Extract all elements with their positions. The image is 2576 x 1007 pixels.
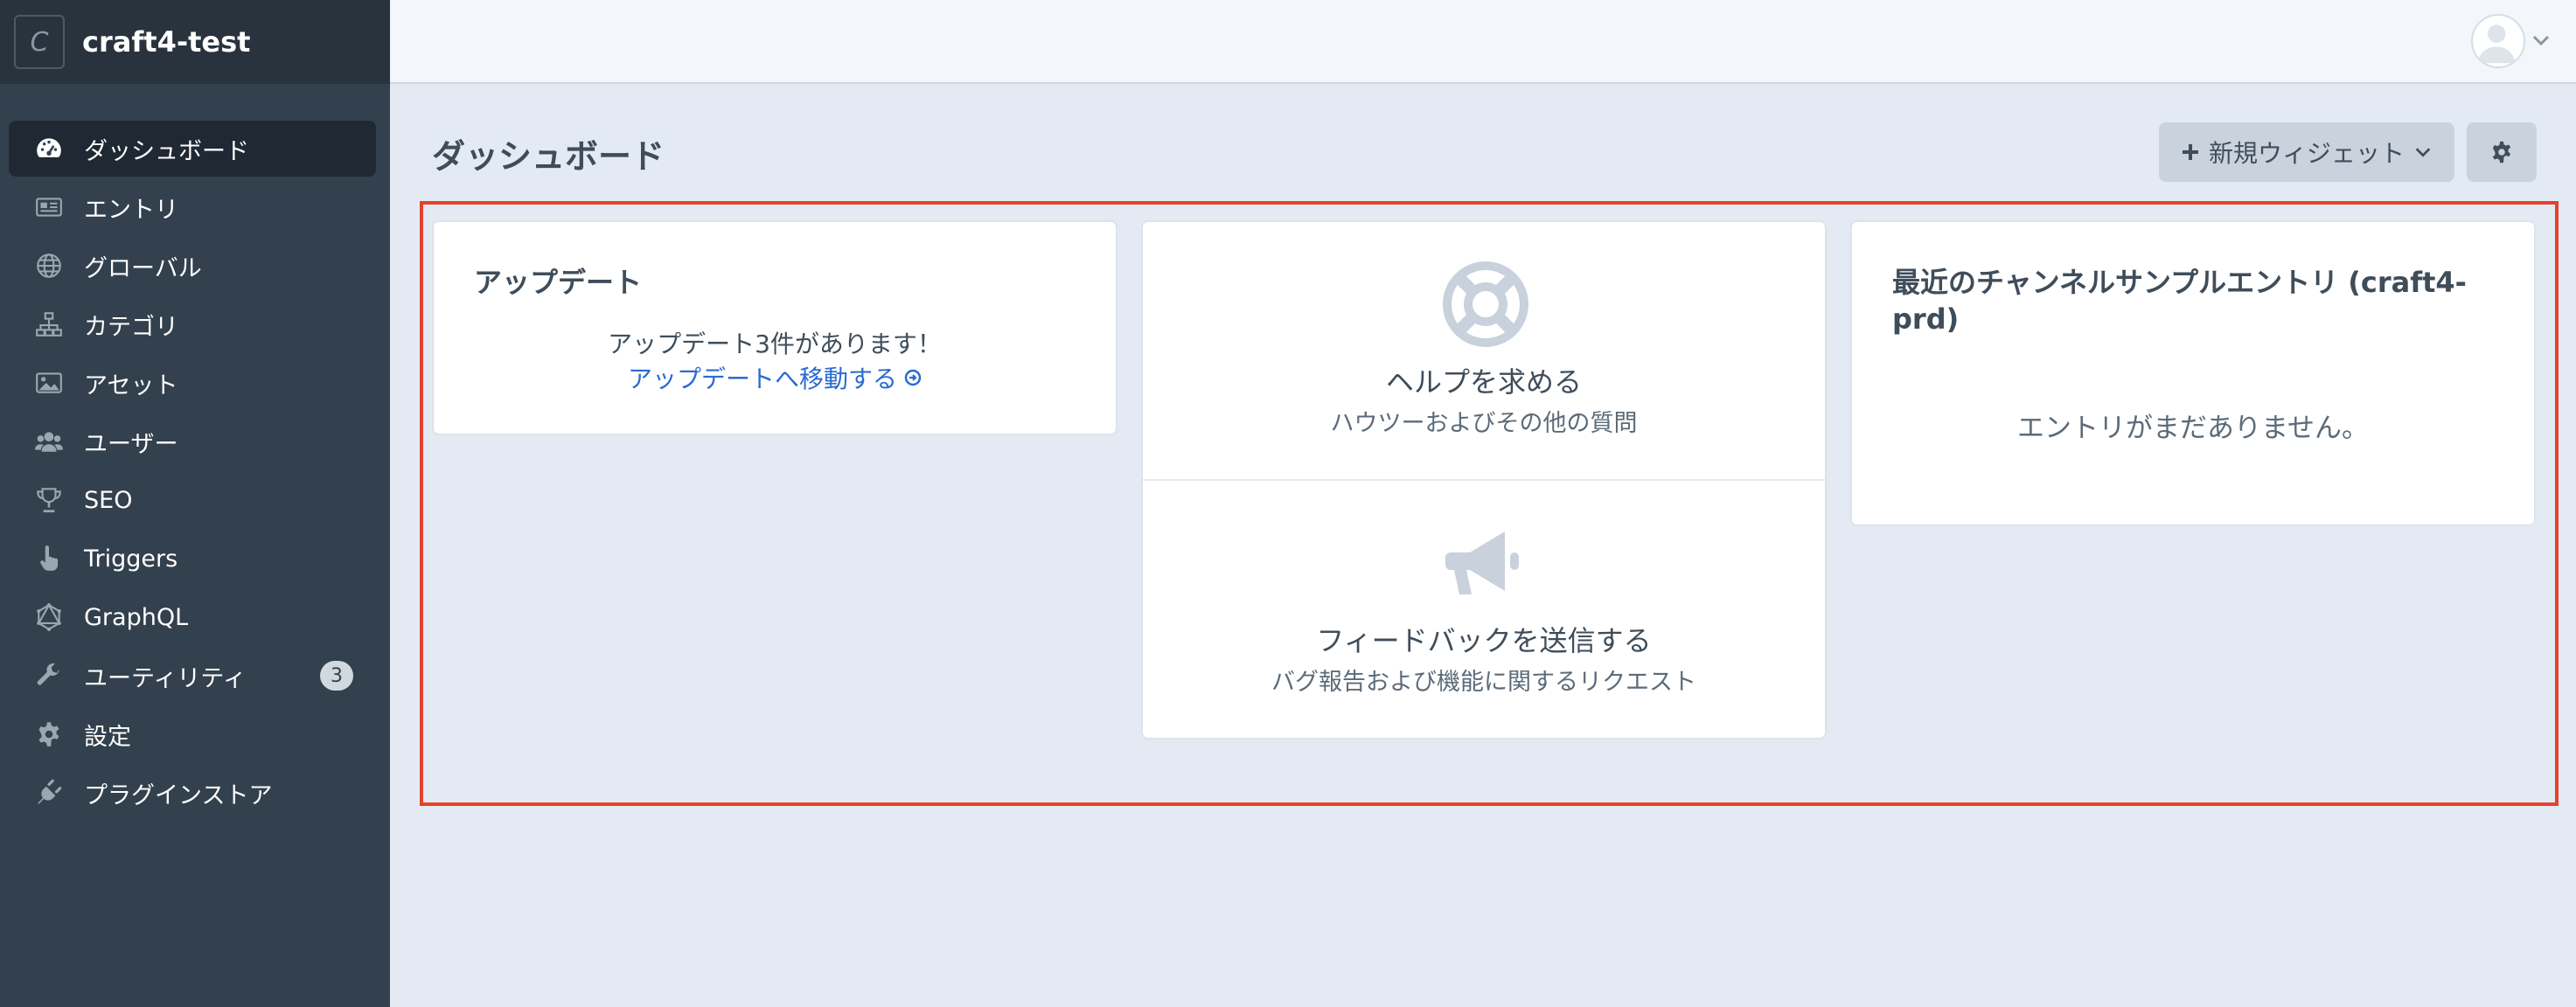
- sidebar-item-label: GraphQL: [84, 603, 189, 631]
- sidebar-item-label: ユーティリティ: [84, 664, 247, 692]
- sidebar-item-label: ダッシュボード: [84, 137, 249, 165]
- chevron-down-icon[interactable]: [2531, 30, 2552, 51]
- users-icon: [31, 424, 66, 459]
- life-ring-icon: [1443, 261, 1528, 347]
- plug-icon: [31, 775, 66, 810]
- plus-icon: [2182, 144, 2198, 160]
- site-logo-icon: C: [14, 15, 65, 69]
- sidebar-item-label: SEO: [84, 486, 133, 514]
- sidebar-item-plugin-store[interactable]: プラグインストア: [9, 765, 376, 821]
- sidebar-item-label: エントリ: [84, 196, 178, 224]
- give-feedback-subtitle: バグ報告および機能に関するリクエスト: [1271, 669, 1696, 696]
- site-header[interactable]: C craft4-test: [0, 0, 390, 84]
- user-silhouette-icon: [2477, 24, 2516, 64]
- updates-link-label: アップデートへ移動する: [627, 365, 897, 393]
- utilities-badge: 3: [320, 661, 353, 691]
- sidebar-item-label: プラグインストア: [84, 781, 273, 809]
- site-name[interactable]: craft4-test: [82, 25, 250, 59]
- user-avatar[interactable]: [2471, 14, 2525, 68]
- updates-message: アップデート3件があります！: [608, 330, 942, 358]
- new-widget-button[interactable]: 新規ウィジェット: [2159, 122, 2454, 182]
- sidebar-item-triggers[interactable]: Triggers: [9, 531, 376, 587]
- get-help-title: ヘルプを求める: [1385, 365, 1582, 399]
- sidebar-item-label: グローバル: [84, 254, 202, 282]
- chevron-down-icon: [2415, 148, 2431, 157]
- feedback-widget: ヘルプを求める ハウツーおよびその他の質問 フィードバックを送信する バグ報告お…: [1141, 220, 1827, 740]
- sidebar-item-label: カテゴリ: [84, 313, 178, 341]
- gauge-icon: [31, 131, 66, 166]
- recent-entries-widget: 最近のチャンネルサンプルエントリ (craft4-prd) エントリがまだありま…: [1850, 220, 2536, 526]
- go-to-updates-link[interactable]: アップデートへ移動する: [434, 360, 1116, 395]
- sidebar-item-label: 設定: [84, 723, 131, 751]
- image-icon: [31, 365, 66, 400]
- sidebar-item-assets[interactable]: アセット: [9, 355, 376, 411]
- gear-icon: [2492, 141, 2511, 163]
- gear-icon: [31, 717, 66, 752]
- sidebar-item-users[interactable]: ユーザー: [9, 413, 376, 469]
- hand-pointer-icon: [31, 541, 66, 576]
- sidebar-item-label: Triggers: [84, 545, 178, 573]
- sidebar-item-dashboard[interactable]: ダッシュボード: [9, 121, 376, 177]
- sidebar-item-utilities[interactable]: ユーティリティ 3: [9, 648, 376, 704]
- trophy-icon: [31, 483, 66, 517]
- top-bar: [390, 0, 2576, 84]
- sidebar-item-seo[interactable]: SEO: [9, 472, 376, 528]
- sidebar-item-globals[interactable]: グローバル: [9, 238, 376, 294]
- sidebar-nav: ダッシュボード エントリ グローバル カテゴリ アセット ユーザー SEO Tr…: [0, 121, 390, 821]
- get-help-section[interactable]: ヘルプを求める ハウツーおよびその他の質問: [1143, 222, 1825, 481]
- sidebar-item-graphql[interactable]: GraphQL: [9, 589, 376, 645]
- sidebar-item-settings[interactable]: 設定: [9, 706, 376, 762]
- give-feedback-section[interactable]: フィードバックを送信する バグ報告および機能に関するリクエスト: [1143, 481, 1825, 740]
- new-widget-label: 新規ウィジェット: [2208, 139, 2405, 168]
- app-window: C craft4-test ダッシュボード エントリ グローバル カテゴリ アセ…: [0, 0, 2576, 1007]
- circle-arrow-right-icon: [904, 369, 922, 386]
- sitemap-icon: [31, 307, 66, 342]
- sidebar-item-categories[interactable]: カテゴリ: [9, 296, 376, 352]
- sidebar: C craft4-test ダッシュボード エントリ グローバル カテゴリ アセ…: [0, 0, 390, 1007]
- sidebar-item-entries[interactable]: エントリ: [9, 179, 376, 235]
- wrench-icon: [31, 658, 66, 693]
- sidebar-item-label: ユーザー: [84, 430, 178, 458]
- updates-widget: アップデート アップデート3件があります！ アップデートへ移動する: [432, 220, 1117, 435]
- globe-icon: [31, 248, 66, 283]
- dashboard-settings-button[interactable]: [2467, 122, 2537, 182]
- get-help-subtitle: ハウツーおよびその他の質問: [1330, 410, 1638, 437]
- page-title: ダッシュボード: [432, 137, 665, 176]
- widget-title: 最近のチャンネルサンプルエントリ (craft4-prd): [1892, 266, 2467, 336]
- sidebar-item-label: アセット: [84, 372, 178, 399]
- megaphone-icon: [1445, 531, 1519, 594]
- give-feedback-title: フィードバックを送信する: [1316, 624, 1652, 657]
- newspaper-icon: [31, 190, 66, 225]
- widget-title: アップデート: [474, 266, 643, 299]
- graphql-icon: [31, 600, 66, 635]
- empty-message: エントリがまだありません。: [2016, 413, 2370, 444]
